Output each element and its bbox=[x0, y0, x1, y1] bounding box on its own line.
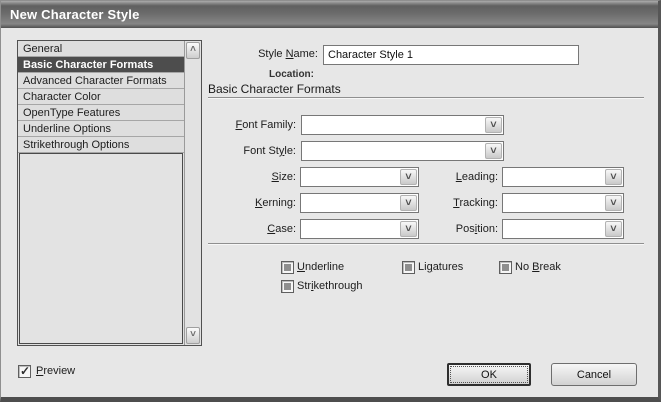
chevron-down-icon[interactable]: ˅ bbox=[605, 195, 622, 211]
font-family-label: Font Family: bbox=[181, 119, 296, 132]
font-style-label: Font Style: bbox=[181, 145, 296, 158]
chevron-down-icon[interactable]: ˅ bbox=[485, 143, 502, 159]
options-divider bbox=[208, 243, 644, 245]
tracking-combo[interactable]: ˅ bbox=[502, 193, 624, 213]
scroll-down-icon[interactable]: ˅ bbox=[186, 327, 200, 344]
chevron-down-icon[interactable]: ˅ bbox=[605, 221, 622, 237]
no-break-checkbox[interactable] bbox=[499, 261, 512, 274]
location-label: Location: bbox=[211, 69, 314, 81]
list-item-underline-options[interactable]: Underline Options bbox=[18, 121, 184, 137]
strikethrough-checkbox-label[interactable]: Strikethrough bbox=[297, 280, 362, 293]
list-empty-area bbox=[19, 153, 183, 344]
section-heading: Basic Character Formats bbox=[208, 82, 341, 96]
no-break-checkbox-label[interactable]: No Break bbox=[515, 261, 561, 274]
list-item-general[interactable]: General bbox=[18, 41, 184, 57]
preview-checkbox[interactable] bbox=[18, 365, 31, 378]
font-family-combo[interactable]: ˅ bbox=[301, 115, 504, 135]
ligatures-checkbox[interactable] bbox=[402, 261, 415, 274]
style-name-input[interactable] bbox=[323, 45, 579, 65]
scroll-up-icon[interactable]: ˄ bbox=[186, 42, 200, 59]
leading-combo[interactable]: ˅ bbox=[502, 167, 624, 187]
section-divider bbox=[208, 97, 644, 99]
ok-button[interactable]: OK bbox=[447, 363, 531, 386]
chevron-down-icon[interactable]: ˅ bbox=[485, 117, 502, 133]
font-style-combo[interactable]: ˅ bbox=[301, 141, 504, 161]
list-item-character-color[interactable]: Character Color bbox=[18, 89, 184, 105]
position-label: Position: bbox=[383, 223, 498, 236]
list-scrollbar[interactable]: ˄ ˅ bbox=[184, 41, 201, 345]
window-title: New Character Style bbox=[10, 7, 140, 22]
strikethrough-checkbox[interactable] bbox=[281, 280, 294, 293]
window-titlebar: New Character Style bbox=[1, 1, 658, 28]
list-item-advanced-character-formats[interactable]: Advanced Character Formats bbox=[18, 73, 184, 89]
preview-checkbox-label[interactable]: Preview bbox=[36, 365, 75, 378]
list-item-strikethrough-options[interactable]: Strikethrough Options bbox=[18, 137, 184, 153]
list-item-basic-character-formats[interactable]: Basic Character Formats bbox=[18, 57, 184, 73]
style-options-rows: General Basic Character Formats Advanced… bbox=[18, 41, 184, 345]
underline-checkbox[interactable] bbox=[281, 261, 294, 274]
style-name-label: Style Name: bbox=[201, 48, 318, 61]
new-character-style-dialog: New Character Style General Basic Charac… bbox=[0, 0, 661, 402]
chevron-down-icon[interactable]: ˅ bbox=[605, 169, 622, 185]
case-label: Case: bbox=[181, 223, 296, 236]
cancel-button[interactable]: Cancel bbox=[551, 363, 637, 386]
leading-label: Leading: bbox=[383, 171, 498, 184]
style-options-list: General Basic Character Formats Advanced… bbox=[17, 40, 202, 346]
size-label: Size: bbox=[181, 171, 296, 184]
list-item-opentype-features[interactable]: OpenType Features bbox=[18, 105, 184, 121]
tracking-label: Tracking: bbox=[383, 197, 498, 210]
underline-checkbox-label[interactable]: Underline bbox=[297, 261, 344, 274]
kerning-label: Kerning: bbox=[181, 197, 296, 210]
ligatures-checkbox-label[interactable]: Ligatures bbox=[418, 261, 463, 274]
position-combo[interactable]: ˅ bbox=[502, 219, 624, 239]
